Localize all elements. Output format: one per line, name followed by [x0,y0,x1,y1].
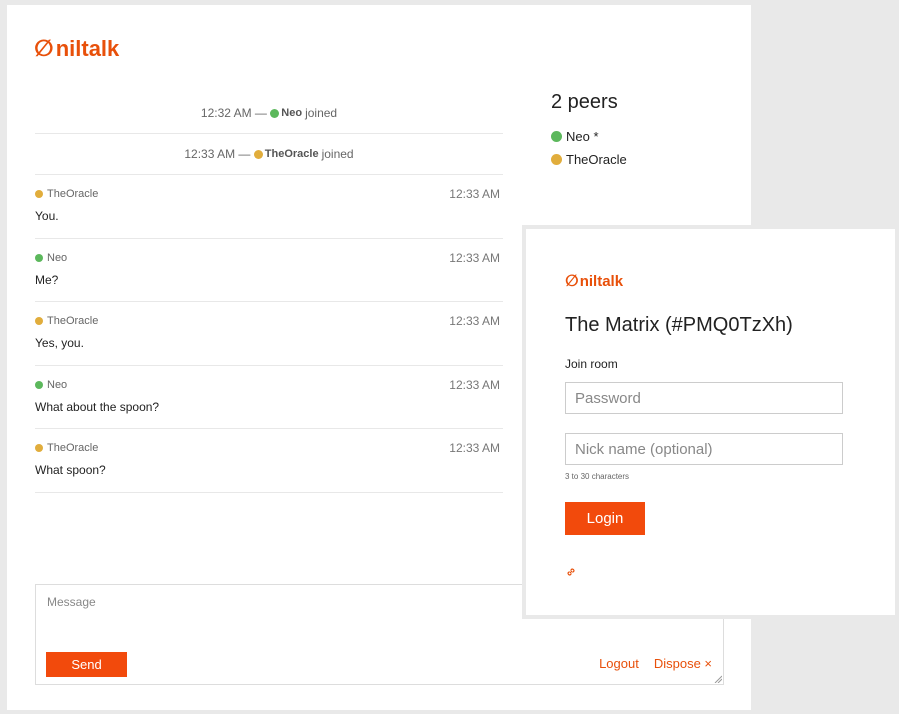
peer-status-dot [35,317,43,325]
author-name: TheOracle [47,188,99,200]
message-text: Yes, you. [35,336,84,350]
system-time: 12:33 AM — [184,147,251,161]
send-button[interactable]: Send [46,652,127,677]
message-time: 12:33 AM [449,441,500,455]
peer-status-dot [270,108,280,118]
brand-logo[interactable]: ∅ niltalk [565,271,623,291]
message-text: Me? [35,272,59,287]
join-room-label: Join room [565,357,618,371]
peers-list: 2 peers Neo * TheOracle [551,91,627,171]
chat-message: TheOracle 12:33 AM What spoon? [35,429,503,493]
system-message: 12:33 AM — TheOracle joined [35,134,503,175]
message-text: You. [35,209,59,223]
chat-message: TheOracle 12:33 AM You. [35,175,503,239]
message-author: Neo [35,379,67,391]
brand-glyph: ∅ [565,273,579,290]
message-time: 12:33 AM [449,250,500,265]
author-name: TheOracle [47,442,99,454]
message-time: 12:33 AM [449,377,500,392]
room-title: The Matrix (#PMQ0TzXh) [565,314,793,336]
peer-status-dot [35,444,43,452]
logout-link[interactable]: Logout [599,656,639,671]
resize-grip-icon[interactable] [714,675,722,683]
author-name: Neo [47,378,68,391]
password-field[interactable] [565,382,843,414]
brand-name: niltalk [55,36,120,61]
message-author: Neo [35,252,67,264]
message-time: 12:33 AM [449,314,500,328]
brand-name: niltalk [579,273,624,290]
nickname-hint: 3 to 30 characters [565,472,630,481]
peer-status-dot [35,190,43,198]
system-nick: Neo [281,107,303,119]
system-action: joined [305,106,338,120]
peer-item: TheOracle [551,148,627,171]
peer-item: Neo * [551,125,627,148]
peers-count: 2 peers [551,91,618,113]
system-time: 12:32 AM — [200,106,267,120]
login-button[interactable]: Login [565,502,645,535]
peer-status-dot [551,131,562,142]
message-author: TheOracle [35,442,98,454]
login-dialog: ∅ niltalk The Matrix (#PMQ0TzXh) Join ro… [522,225,899,619]
system-nick: TheOracle [264,148,319,160]
peer-status-dot [35,380,43,389]
peer-status-dot [253,149,263,159]
chat-message: Neo 12:33 AM What about the spoon? [35,366,503,429]
nickname-field[interactable] [565,433,843,465]
peer-status-dot [35,253,43,262]
brand-glyph: ∅ [34,35,54,61]
room-actions: Logout Dispose × [599,656,712,671]
author-name: Neo [47,251,68,264]
message-text: What about the spoon? [35,399,160,414]
system-message: 12:32 AM — Neo joined [35,93,503,134]
login-card: ∅ niltalk The Matrix (#PMQ0TzXh) Join ro… [526,229,895,615]
peer-name: Neo * [566,129,599,144]
chat-message: Neo 12:33 AM Me? [35,239,503,302]
message-text: What spoon? [35,463,106,477]
message-feed: 12:32 AM — Neo joined 12:33 AM — TheOrac… [35,93,503,493]
message-author: TheOracle [35,188,98,200]
chat-message: TheOracle 12:33 AM Yes, you. [35,302,503,366]
link-icon[interactable] [565,566,577,578]
message-author: TheOracle [35,315,98,327]
system-action: joined [321,147,354,161]
brand-logo[interactable]: ∅ niltalk [34,35,119,62]
peer-status-dot [551,154,562,165]
dispose-link[interactable]: Dispose × [654,656,712,671]
message-time: 12:33 AM [449,187,500,201]
peer-name: TheOracle [566,152,627,167]
author-name: TheOracle [47,315,99,327]
